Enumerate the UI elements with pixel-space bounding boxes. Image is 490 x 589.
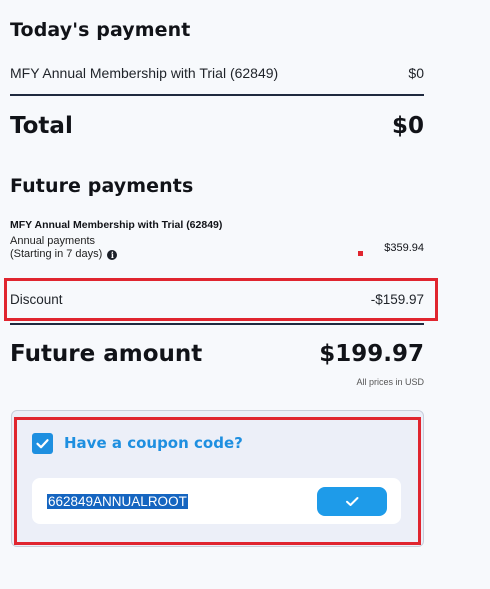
today-item-price: $0	[408, 65, 424, 81]
discount-value: -$159.97	[370, 292, 424, 307]
todays-payment-heading: Today's payment	[10, 19, 191, 41]
checkmark-icon	[346, 497, 359, 506]
coupon-label[interactable]: Have a coupon code?	[64, 434, 243, 452]
total-value: $0	[391, 113, 424, 139]
info-icon[interactable]: i	[107, 250, 118, 260]
billing-start-text: (Starting in 7 days)	[10, 248, 103, 260]
checkmark-icon	[36, 439, 49, 449]
coupon-code-value[interactable]: 662849ANNUALROOT	[47, 494, 188, 509]
billing-start: (Starting in 7 days) i	[10, 248, 118, 261]
future-amount-label: Future amount	[10, 341, 203, 367]
future-divider	[10, 323, 424, 325]
currency-note: All prices in USD	[356, 377, 424, 387]
coupon-code-input[interactable]: 662849ANNUALROOT	[47, 493, 188, 511]
marker-dot	[358, 251, 363, 256]
today-divider	[10, 94, 424, 96]
future-item-name: MFY Annual Membership with Trial (62849)	[10, 219, 223, 231]
future-amount-value: $199.97	[319, 341, 424, 367]
billing-frequency: Annual payments	[10, 235, 95, 247]
future-item-price: $359.94	[384, 242, 424, 254]
coupon-checkbox[interactable]	[32, 433, 53, 454]
future-billing-info: Annual payments (Starting in 7 days) i	[10, 235, 118, 261]
today-item-name: MFY Annual Membership with Trial (62849)	[10, 65, 279, 81]
discount-label: Discount	[10, 292, 63, 307]
future-payments-heading: Future payments	[10, 175, 194, 197]
total-label: Total	[10, 113, 73, 139]
apply-coupon-button[interactable]	[317, 487, 387, 516]
